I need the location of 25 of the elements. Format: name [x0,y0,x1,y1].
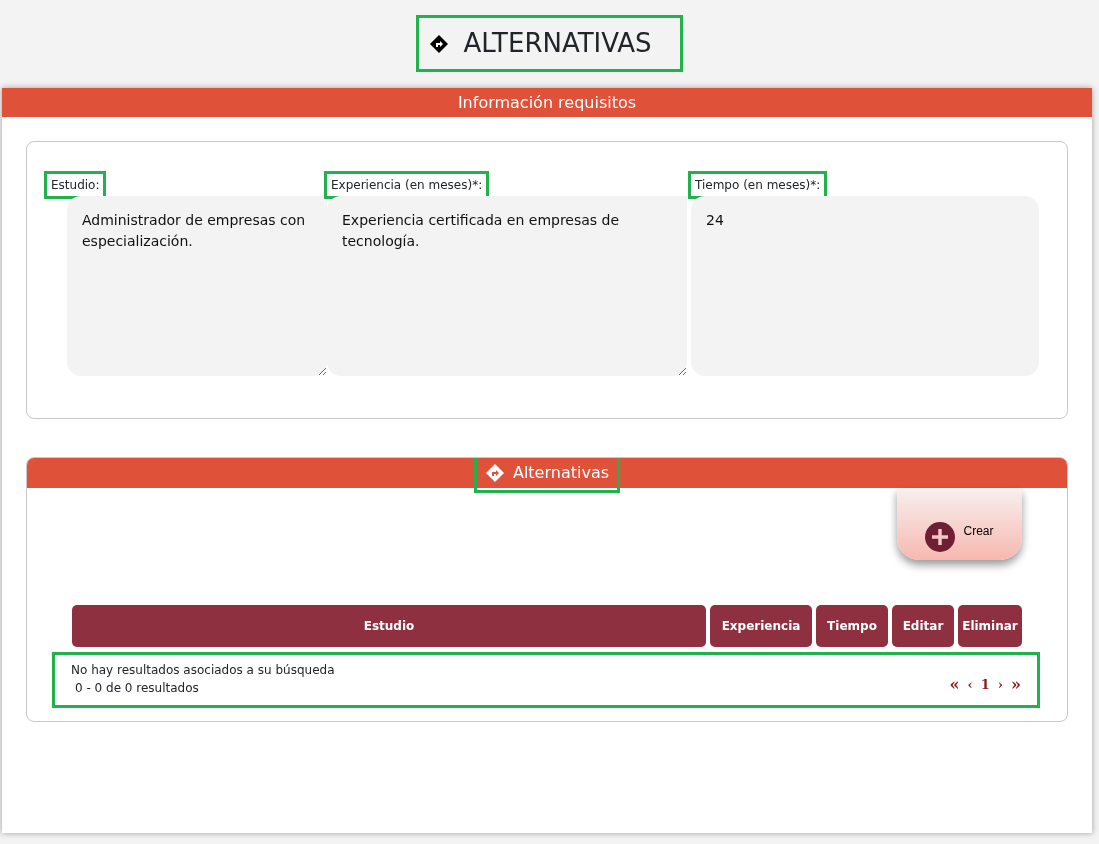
directions-icon [484,463,505,483]
page-link[interactable]: 1 [980,675,990,695]
results-summary: 0 - 0 de 0 resultados [74,680,200,697]
directions-icon [429,33,450,54]
page-title: ALTERNATIVAS [419,18,680,69]
text-area[interactable]: 24 [691,196,1039,376]
field-label: Tiempo (en meses)*: [691,174,825,196]
column-header: Experiencia [710,605,812,647]
column-header: Eliminar [958,605,1022,647]
column-header: Estudio [72,605,706,647]
text-area[interactable]: Administrador de empresas con especialización. [67,196,327,376]
create-button[interactable]: Crear [897,488,1022,560]
first-page-link[interactable]: « [949,673,960,697]
plus-icon [925,522,956,552]
field-label: Estudio: [47,174,104,196]
empty-message: No hay resultados asociados a su búsqueda [71,662,335,679]
section-header: Información requisitos [2,88,1092,117]
text-area[interactable]: Experiencia certificada en empresas de tecnología. [327,196,687,376]
column-header: Editar [892,605,954,647]
last-page-link[interactable]: » [1011,673,1021,697]
next-page-link[interactable]: › [997,675,1003,695]
column-header: Tiempo [816,605,888,647]
field-label: Experiencia (en meses)*: [327,174,487,196]
previous-page-link[interactable]: ‹ [967,675,973,695]
section-title: Alternativas [512,462,610,484]
